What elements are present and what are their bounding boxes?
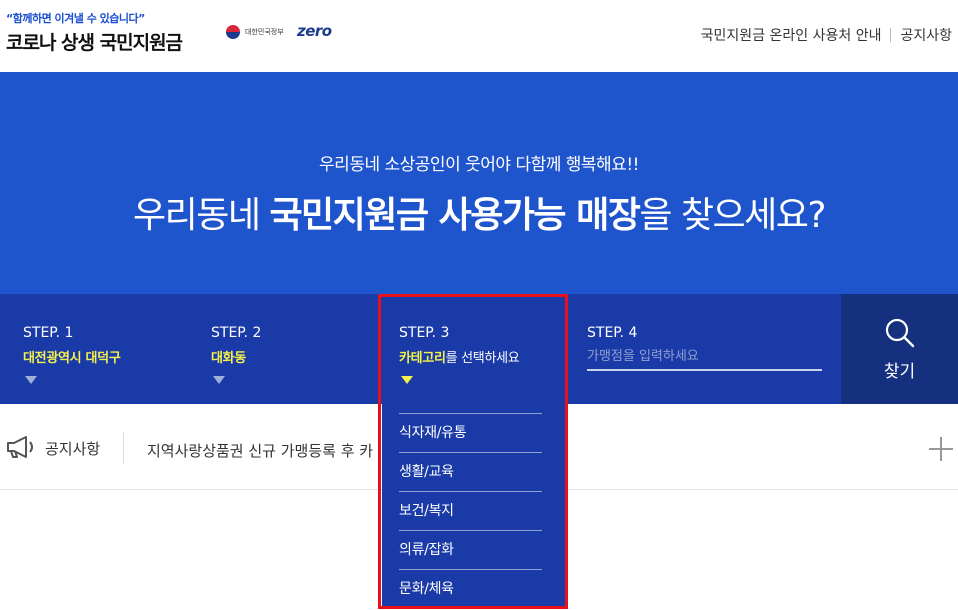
hero-title-bold: 국민지원금 사용가능 매장	[269, 195, 640, 236]
chevron-down-icon[interactable]	[401, 376, 413, 384]
category-option[interactable]: 의류/잡화	[399, 531, 542, 570]
notice-divider	[123, 432, 124, 464]
taegeuk-emblem-icon	[226, 25, 240, 39]
step-4-label: STEP. 4	[587, 325, 638, 341]
government-logo: 대한민국정부	[226, 25, 284, 39]
nav-usage-guide[interactable]: 국민지원금 온라인 사용처 안내	[701, 25, 882, 45]
site-logo[interactable]: “함께하면 이겨낼 수 있습니다” 코로나 상생 국민지원금	[6, 10, 183, 55]
category-option[interactable]: 생활/교육	[399, 453, 542, 492]
zero-logo: zero	[297, 22, 332, 40]
search-button-label: 찾기	[883, 361, 916, 382]
notice-headline[interactable]: 지역사랑상품권 신규 가맹등록 후 카	[147, 440, 375, 461]
store-name-input[interactable]	[587, 343, 822, 371]
logo-title: 코로나 상생 국민지원금	[6, 32, 183, 54]
search-steps-bar: STEP. 1 대전광역시 대덕구 STEP. 2 대화동 STEP. 3 카테…	[0, 294, 958, 404]
step-1-value: 대전광역시 대덕구	[23, 351, 121, 366]
search-button[interactable]: 찾기	[841, 294, 958, 404]
hero-banner: 우리동네 소상공인이 웃어야 다함께 행복해요!! 우리동네 국민지원금 사용가…	[0, 72, 958, 294]
step-3-value-highlight: 카테고리	[399, 351, 446, 366]
step-1-label: STEP. 1	[23, 325, 74, 341]
step-2-label: STEP. 2	[211, 325, 262, 341]
site-header: “함께하면 이겨낼 수 있습니다” 코로나 상생 국민지원금 대한민국정부 ze…	[0, 0, 958, 72]
category-option[interactable]: 식자재/유통	[399, 414, 542, 453]
logo-slogan: “함께하면 이겨낼 수 있습니다”	[6, 12, 145, 25]
step-1-region[interactable]: STEP. 1 대전광역시 대덕구	[23, 294, 193, 404]
category-dropdown: 식자재/유통 생활/교육 보건/복지 의류/잡화 문화/체육	[382, 404, 565, 607]
government-label: 대한민국정부	[245, 28, 284, 36]
hero-title: 우리동네 국민지원금 사용가능 매장을 찾으세요?	[0, 186, 958, 238]
step-3-label: STEP. 3	[399, 325, 450, 341]
category-option[interactable]: 보건/복지	[399, 492, 542, 531]
step-3-value: 카테고리를 선택하세요	[399, 347, 520, 366]
step-3-category[interactable]: STEP. 3 카테고리를 선택하세요	[399, 294, 559, 404]
hero-subtitle: 우리동네 소상공인이 웃어야 다함께 행복해요!!	[319, 155, 639, 175]
megaphone-icon	[7, 436, 33, 458]
category-option[interactable]: 문화/체육	[399, 570, 542, 609]
plus-icon[interactable]	[929, 437, 953, 461]
step-3-value-rest: 를 선택하세요	[445, 351, 520, 366]
nav-separator	[890, 28, 892, 42]
search-icon	[885, 318, 914, 347]
step-4-store: STEP. 4	[587, 294, 827, 404]
hero-title-prefix: 우리동네	[133, 195, 270, 236]
chevron-down-icon[interactable]	[213, 376, 225, 384]
nav-notice[interactable]: 공지사항	[900, 25, 952, 45]
hero-title-suffix: 을 찾으세요?	[639, 195, 826, 236]
step-2-district[interactable]: STEP. 2 대화동	[211, 294, 381, 404]
chevron-down-icon[interactable]	[25, 376, 37, 384]
notice-label: 공지사항	[45, 440, 101, 458]
step-2-value: 대화동	[211, 351, 246, 366]
top-navigation: 국민지원금 온라인 사용처 안내 공지사항	[701, 25, 952, 45]
